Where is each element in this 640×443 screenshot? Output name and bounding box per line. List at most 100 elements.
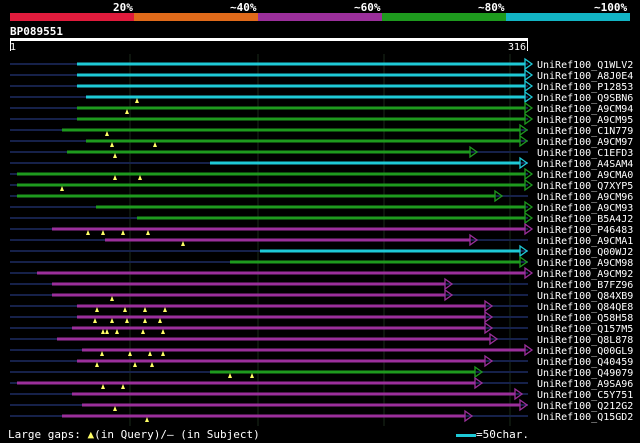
hit-row[interactable]: UniRef100_C1EFD3 bbox=[10, 145, 633, 159]
hit-row[interactable]: UniRef100_A9CMA1 bbox=[10, 233, 633, 247]
hit-id-label: UniRef100_Q157M5 bbox=[537, 324, 633, 335]
gap-legend: Large gaps: ▲(in Query)/– (in Subject) bbox=[8, 428, 260, 441]
hit-row[interactable]: UniRef100_C5Y751 bbox=[10, 387, 633, 401]
hit-id-label: UniRef100_A9SA96 bbox=[537, 379, 633, 390]
query-gap-marker bbox=[121, 384, 125, 389]
hit-row[interactable]: UniRef100_Q58H58 bbox=[10, 310, 633, 324]
hit-row[interactable]: UniRef100_Q157M5 bbox=[10, 321, 633, 335]
query-gap-marker bbox=[148, 351, 152, 356]
query-gap-marker bbox=[101, 329, 105, 334]
query-gap-marker bbox=[93, 318, 97, 323]
hit-id-label: UniRef100_A9CM97 bbox=[537, 137, 633, 148]
hit-id-label: UniRef100_C1N779 bbox=[537, 126, 633, 137]
hit-row[interactable]: UniRef100_B7FZ96 bbox=[10, 277, 633, 291]
hit-id-label: UniRef100_A9CM93 bbox=[537, 203, 633, 214]
scale-legend: =50char. bbox=[456, 428, 529, 441]
scale-bar bbox=[456, 433, 476, 437]
hit-row[interactable]: UniRef100_C1N779 bbox=[10, 123, 633, 137]
subject-gap-icon: – bbox=[166, 428, 174, 441]
query-gap-marker bbox=[125, 109, 129, 114]
gap-in-subject-label: (in Subject) bbox=[173, 428, 260, 441]
query-gap-marker bbox=[121, 230, 125, 235]
query-gap-marker bbox=[161, 351, 165, 356]
hit-row[interactable]: UniRef100_A4SAM4 bbox=[10, 156, 633, 170]
hit-id-label: UniRef100_Q8L878 bbox=[537, 335, 633, 346]
hit-row[interactable]: UniRef100_A8J0E4 bbox=[10, 68, 633, 82]
hit-id-label: UniRef100_Q00GL9 bbox=[537, 346, 633, 357]
hit-row[interactable]: UniRef100_Q84XB9 bbox=[10, 288, 633, 302]
hit-id-label: UniRef100_Q1WLV2 bbox=[537, 60, 633, 71]
hit-id-label: UniRef100_Q212G2 bbox=[537, 401, 633, 412]
query-gap-marker bbox=[143, 307, 147, 312]
query-gap-marker bbox=[113, 175, 117, 180]
hit-row[interactable]: UniRef100_A9CM92 bbox=[10, 266, 633, 280]
hit-id-label: UniRef100_A9CM98 bbox=[537, 258, 633, 269]
query-gap-marker bbox=[145, 417, 149, 422]
hit-row[interactable]: UniRef100_B5A4J2 bbox=[10, 211, 633, 225]
query-gap-marker bbox=[138, 175, 142, 180]
query-gap-marker bbox=[101, 230, 105, 235]
query-gap-marker bbox=[133, 362, 137, 367]
hit-row[interactable]: UniRef100_Q49079 bbox=[10, 365, 633, 379]
hit-id-label: UniRef100_B5A4J2 bbox=[537, 214, 633, 225]
alignment-hits: UniRef100_Q1WLV2UniRef100_A8J0E4UniRef10… bbox=[10, 54, 633, 426]
query-gap-marker bbox=[228, 373, 232, 378]
hit-row[interactable]: UniRef100_Q40459 bbox=[10, 354, 633, 368]
hit-row[interactable]: UniRef100_A9SA96 bbox=[10, 376, 633, 390]
hit-id-label: UniRef100_B7FZ96 bbox=[537, 280, 633, 291]
query-gap-marker bbox=[60, 186, 64, 191]
hit-row[interactable]: UniRef100_A9CM94 bbox=[10, 101, 633, 115]
query-gap-marker bbox=[95, 307, 99, 312]
gap-legend-label: Large gaps: bbox=[8, 428, 88, 441]
hit-row[interactable]: UniRef100_Q00WJ2 bbox=[10, 244, 633, 258]
scale-label: =50char. bbox=[476, 428, 529, 441]
hit-id-label: UniRef100_P12853 bbox=[537, 82, 633, 93]
hit-id-label: UniRef100_A9CM96 bbox=[537, 192, 633, 203]
hit-id-label: UniRef100_Q40459 bbox=[537, 357, 633, 368]
hit-id-label: UniRef100_Q49079 bbox=[537, 368, 633, 379]
query-gap-marker bbox=[113, 406, 117, 411]
query-gap-marker bbox=[101, 384, 105, 389]
query-gap-marker bbox=[161, 329, 165, 334]
hit-id-label: UniRef100_P46483 bbox=[537, 225, 633, 236]
hit-id-label: UniRef100_Q00WJ2 bbox=[537, 247, 633, 258]
query-gap-marker bbox=[163, 307, 167, 312]
query-gap-marker bbox=[150, 362, 154, 367]
query-gap-marker bbox=[158, 318, 162, 323]
hit-row[interactable]: UniRef100_Q15GD2 bbox=[10, 409, 633, 423]
hit-row[interactable]: UniRef100_Q1WLV2 bbox=[10, 57, 633, 71]
hit-row[interactable]: UniRef100_A9CM95 bbox=[10, 112, 633, 126]
hit-row[interactable]: UniRef100_Q84QE8 bbox=[10, 299, 633, 313]
query-gap-marker bbox=[115, 329, 119, 334]
query-gap-marker bbox=[123, 307, 127, 312]
hit-row[interactable]: UniRef100_Q212G2 bbox=[10, 398, 633, 412]
hit-row[interactable]: UniRef100_P12853 bbox=[10, 79, 633, 93]
hit-row[interactable]: UniRef100_A9CM98 bbox=[10, 255, 633, 269]
hit-id-label: UniRef100_Q84QE8 bbox=[537, 302, 633, 313]
hit-id-label: UniRef100_A4SAM4 bbox=[537, 159, 633, 170]
hit-id-label: UniRef100_Q9SBN6 bbox=[537, 93, 633, 104]
query-gap-marker bbox=[128, 351, 132, 356]
hit-row[interactable]: UniRef100_A9CMA0 bbox=[10, 167, 633, 181]
hit-id-label: UniRef100_Q84XB9 bbox=[537, 291, 633, 302]
hit-row[interactable]: UniRef100_A9CM93 bbox=[10, 200, 633, 214]
query-gap-marker bbox=[110, 142, 114, 147]
hit-row[interactable]: UniRef100_Q8L878 bbox=[10, 332, 633, 346]
hit-row[interactable]: UniRef100_Q00GL9 bbox=[10, 343, 633, 357]
gap-in-query-label: (in Query)/ bbox=[94, 428, 167, 441]
query-gap-marker bbox=[100, 351, 104, 356]
hit-id-label: UniRef100_A8J0E4 bbox=[537, 71, 633, 82]
hit-id-label: UniRef100_A9CM94 bbox=[537, 104, 633, 115]
hit-id-label: UniRef100_Q58H58 bbox=[537, 313, 633, 324]
hit-id-label: UniRef100_A9CMA0 bbox=[537, 170, 633, 181]
hit-row[interactable]: UniRef100_A9CM96 bbox=[10, 189, 633, 203]
query-gap-marker bbox=[250, 373, 254, 378]
query-gap-marker bbox=[141, 329, 145, 334]
query-gap-marker bbox=[153, 142, 157, 147]
hit-row[interactable]: UniRef100_A9CM97 bbox=[10, 134, 633, 148]
hit-id-label: UniRef100_A9CM92 bbox=[537, 269, 633, 280]
hit-row[interactable]: UniRef100_P46483 bbox=[10, 222, 633, 236]
query-gap-marker bbox=[113, 153, 117, 158]
hit-row[interactable]: UniRef100_Q7XYP5 bbox=[10, 178, 633, 192]
hit-row[interactable]: UniRef100_Q9SBN6 bbox=[10, 90, 633, 104]
